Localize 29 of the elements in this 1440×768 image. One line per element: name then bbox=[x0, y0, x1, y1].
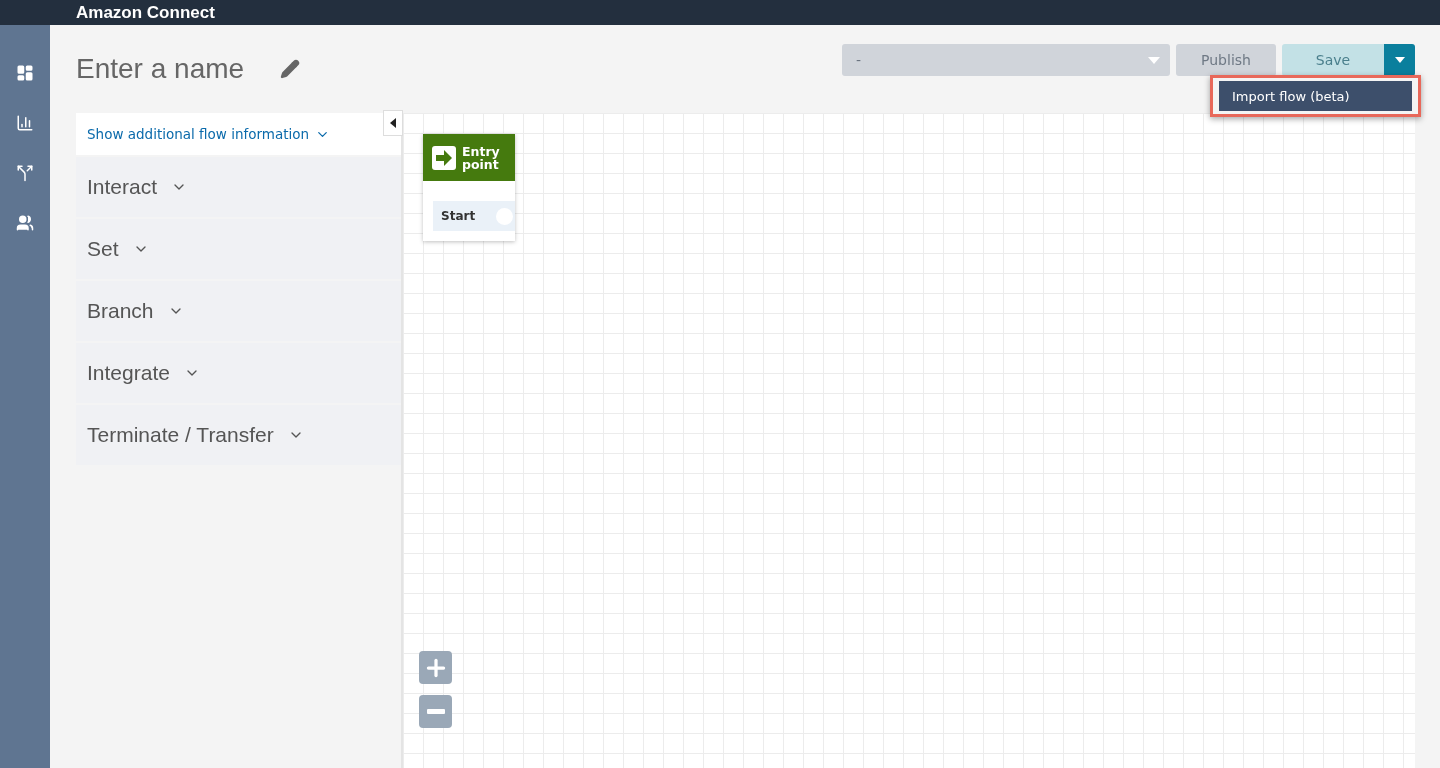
zoom-out-button[interactable] bbox=[419, 695, 452, 728]
category-header[interactable]: Set bbox=[76, 219, 401, 279]
menu-item[interactable]: Import flow (beta) bbox=[1219, 81, 1412, 111]
bar-chart-icon[interactable] bbox=[15, 113, 35, 133]
caret-icon bbox=[390, 118, 396, 128]
category-label: Branch bbox=[87, 299, 154, 323]
entry-node[interactable]: Entry point Start bbox=[423, 134, 515, 241]
users-icon[interactable] bbox=[15, 213, 35, 233]
pencil-icon[interactable] bbox=[280, 59, 300, 79]
minus-icon bbox=[426, 709, 445, 714]
category-header[interactable]: Interact bbox=[76, 157, 401, 217]
category-label: Terminate / Transfer bbox=[87, 423, 274, 447]
category-header[interactable]: Terminate / Transfer bbox=[76, 405, 401, 465]
split-arrow-icon[interactable] bbox=[15, 163, 35, 183]
category-label: Interact bbox=[87, 175, 158, 199]
category-header[interactable]: Integrate bbox=[76, 343, 401, 403]
dashboard-icon[interactable] bbox=[15, 63, 35, 83]
node-title: Entry point bbox=[462, 144, 501, 171]
caret-icon bbox=[1394, 57, 1405, 63]
flow-name-field[interactable]: Enter a name bbox=[76, 53, 266, 85]
caret-icon bbox=[1148, 56, 1160, 64]
category-label: Integrate bbox=[87, 361, 170, 385]
save-options-button[interactable] bbox=[1384, 44, 1415, 76]
zoom-in-button[interactable] bbox=[419, 651, 452, 684]
app-title: Amazon Connect bbox=[76, 2, 215, 23]
category-header[interactable]: Branch bbox=[76, 281, 401, 341]
branch-label: Start bbox=[441, 209, 476, 223]
collapse-button[interactable] bbox=[383, 110, 403, 136]
category-label: Set bbox=[87, 237, 119, 261]
